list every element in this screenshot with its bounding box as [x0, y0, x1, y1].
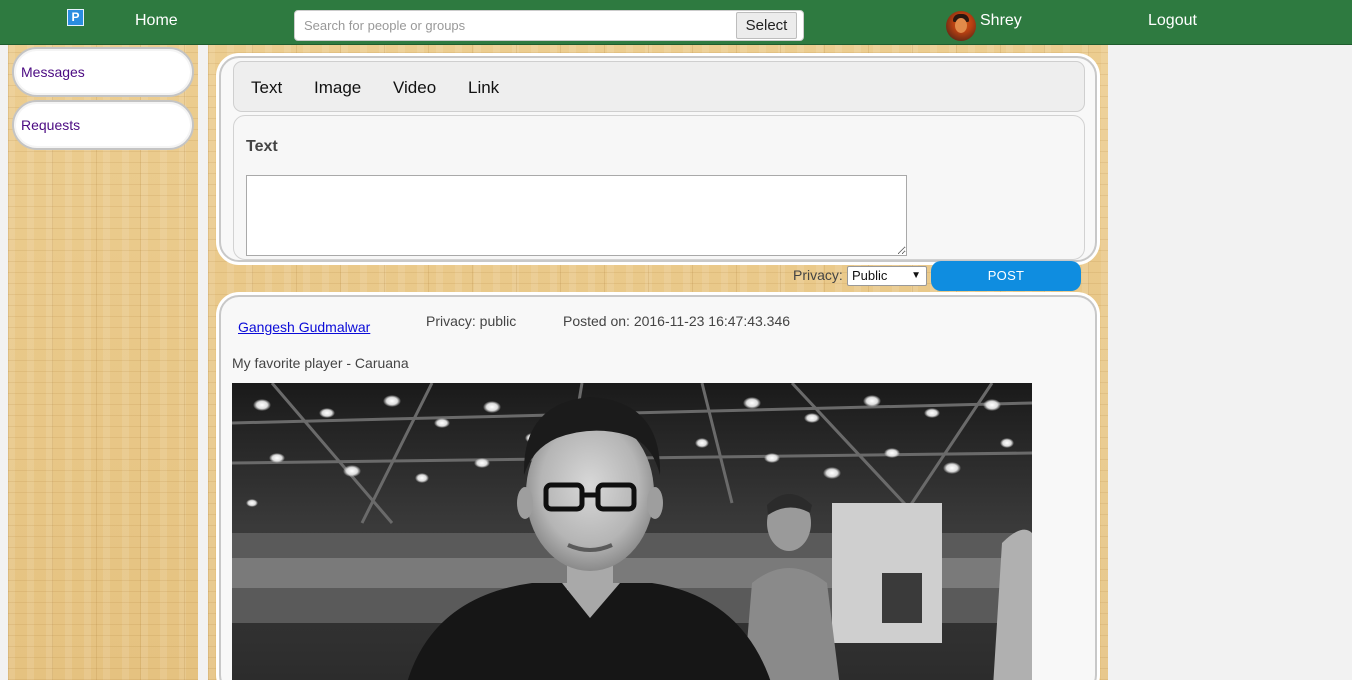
form-heading: Text — [246, 138, 278, 155]
privacy-label: Privacy: — [793, 267, 843, 283]
tab-text[interactable]: Text — [251, 78, 282, 98]
post-author-link[interactable]: Gangesh Gudmalwar — [238, 319, 370, 335]
tab-image[interactable]: Image — [314, 78, 361, 98]
user-avatar[interactable] — [946, 11, 976, 41]
chevron-down-icon: ▼ — [911, 270, 921, 281]
logo-icon[interactable]: P — [67, 9, 84, 26]
tab-link[interactable]: Link — [468, 78, 499, 98]
tab-video[interactable]: Video — [393, 78, 436, 98]
avatar-face — [955, 18, 967, 33]
main-column: Text Image Video Link Text Privacy: Publ… — [208, 45, 1108, 680]
search-select-button[interactable]: Select — [736, 12, 797, 39]
privacy-select-value: Public — [852, 268, 888, 283]
post-caption: My favorite player - Caruana — [232, 355, 409, 371]
post-button[interactable]: POST — [931, 261, 1081, 291]
post-composer: Text Image Video Link Text — [219, 56, 1097, 262]
post-privacy: Privacy: public — [426, 313, 517, 329]
nav-user-link[interactable]: Shrey — [980, 12, 1022, 30]
composer-form-panel: Text — [233, 115, 1085, 260]
photo-illustration — [232, 383, 1032, 680]
post-image — [232, 383, 1032, 680]
sidebar: Messages Requests — [8, 45, 198, 680]
post-text-field[interactable] — [246, 175, 907, 256]
search-box: Select — [294, 10, 804, 41]
search-input[interactable] — [295, 11, 735, 40]
privacy-row: Privacy: Public ▼ POST — [208, 261, 1108, 293]
post-timestamp: Posted on: 2016-11-23 16:47:43.346 — [563, 313, 791, 329]
top-navbar: P Home Select Shrey Logout — [0, 0, 1352, 45]
sidebar-item-messages[interactable]: Messages — [12, 47, 194, 97]
sidebar-item-requests[interactable]: Requests — [12, 100, 194, 150]
privacy-select[interactable]: Public ▼ — [847, 266, 927, 286]
composer-tabbar: Text Image Video Link — [233, 61, 1085, 112]
nav-logout-link[interactable]: Logout — [1148, 12, 1197, 30]
feed-post: Gangesh Gudmalwar Privacy: public Posted… — [219, 295, 1097, 680]
nav-home-link[interactable]: Home — [135, 12, 178, 30]
